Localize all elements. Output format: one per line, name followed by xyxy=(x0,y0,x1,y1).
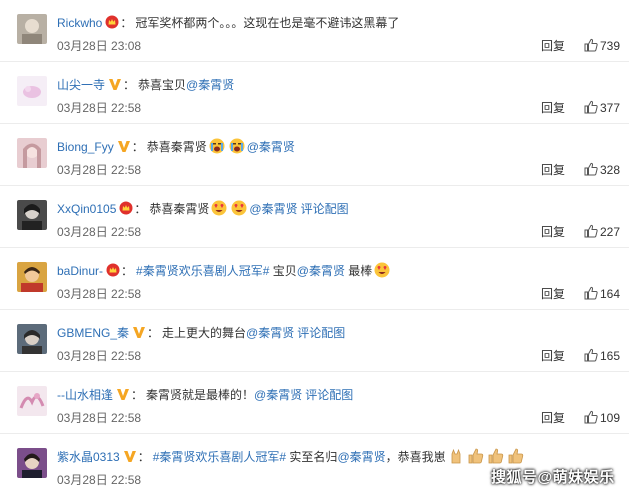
comment-image-link[interactable]: 评论配图 xyxy=(297,326,345,340)
comment-time: 03月28日 22:58 xyxy=(57,473,142,487)
mention-link[interactable]: @秦霄贤 xyxy=(254,388,302,402)
thumbs-up-icon xyxy=(584,348,598,362)
like-count: 165 xyxy=(600,349,621,363)
avatar[interactable] xyxy=(17,386,47,416)
avatar[interactable] xyxy=(17,200,47,230)
comment-text-suffix: 最棒 xyxy=(348,264,373,278)
username-link[interactable]: XxQin0105 xyxy=(57,202,116,216)
username-link[interactable]: 紫水晶0313 xyxy=(57,450,120,464)
reply-button[interactable]: 回复 xyxy=(541,348,565,364)
like-count: 739 xyxy=(600,39,621,53)
username-link[interactable]: Biong_Fyy xyxy=(57,140,114,154)
reply-button[interactable]: 回复 xyxy=(541,162,565,178)
mention-link[interactable]: @秦霄贤 xyxy=(249,202,297,216)
thumbs-up-emoji-icon xyxy=(488,448,504,464)
reply-button[interactable]: 回复 xyxy=(541,286,565,302)
mention-link[interactable]: @秦霄贤 xyxy=(337,450,385,464)
crying-face-emoji-icon xyxy=(209,138,225,154)
comment-text: 走上更大的舞台 xyxy=(162,326,247,340)
like-count: 164 xyxy=(600,287,621,301)
comment-row: XxQin0105：恭喜秦霄贤 @秦霄贤 评论配图 03月28日 22:58 回复 … xyxy=(0,186,629,248)
thumbs-up-emoji-icon xyxy=(468,448,484,464)
comment-row: GBMENG_秦：走上更大的舞台@秦霄贤 评论配图 03月28日 22:58 回复… xyxy=(0,310,629,372)
comment-text: 恭喜秦霄贤 xyxy=(146,140,207,154)
like-count: 227 xyxy=(600,225,621,239)
comment-time: 03月28日 22:58 xyxy=(57,287,142,301)
avatar[interactable] xyxy=(17,324,47,354)
thumbs-up-icon xyxy=(584,224,598,238)
comment-row: 山尖一寺：恭喜宝贝@秦霄贤 03月28日 22:58 回复 377 xyxy=(0,62,629,124)
avatar[interactable] xyxy=(17,448,47,478)
vip-crown-icon xyxy=(105,15,119,29)
reply-button[interactable]: 回复 xyxy=(541,100,565,116)
thumbs-up-icon xyxy=(584,162,598,176)
username-link[interactable]: GBMENG_秦 xyxy=(57,326,129,340)
topic-hashtag-link[interactable]: #秦霄贤欢乐喜剧人冠军# xyxy=(136,264,269,278)
thumbs-up-icon xyxy=(584,38,598,52)
rock-hand-emoji-icon xyxy=(448,448,464,464)
heart-eyes-emoji-icon xyxy=(231,200,247,216)
like-count: 109 xyxy=(600,411,621,425)
verified-v-icon xyxy=(108,77,122,91)
like-count: 328 xyxy=(600,163,621,177)
crying-face-emoji-icon xyxy=(229,138,245,154)
comment-text: 宝贝 xyxy=(272,264,297,278)
comment-row: Rickwho：冠军奖杯都两个。。。这现在也是毫不避讳这黑幕了 03月28日 2… xyxy=(0,0,629,62)
avatar[interactable] xyxy=(17,262,47,292)
mention-link[interactable]: @秦霄贤 xyxy=(297,264,345,278)
thumbs-up-icon xyxy=(584,286,598,300)
vip-crown-icon xyxy=(106,263,120,277)
heart-eyes-emoji-icon xyxy=(211,200,227,216)
like-button[interactable]: 739 xyxy=(584,37,620,55)
like-button[interactable]: 109 xyxy=(584,409,620,427)
heart-eyes-emoji-icon xyxy=(374,262,390,278)
mention-link[interactable]: @秦霄贤 xyxy=(186,78,234,92)
like-button[interactable]: 328 xyxy=(584,161,620,179)
watermark: 搜狐号@萌妹娱乐 xyxy=(491,469,615,486)
username-link[interactable]: Rickwho xyxy=(57,16,102,30)
like-count: 377 xyxy=(600,101,621,115)
comment-time: 03月28日 22:58 xyxy=(57,349,142,363)
mention-link[interactable]: @秦霄贤 xyxy=(247,140,295,154)
reply-button[interactable]: 回复 xyxy=(541,224,565,240)
like-button[interactable]: 165 xyxy=(584,347,620,365)
thumbs-up-emoji-icon xyxy=(508,448,524,464)
avatar[interactable] xyxy=(17,14,47,44)
comment-text: 冠军奖杯都两个。。。这现在也是毫不避讳这黑幕了 xyxy=(135,16,400,30)
avatar[interactable] xyxy=(17,138,47,168)
topic-hashtag-link[interactable]: #秦霄贤欢乐喜剧人冠军# xyxy=(153,450,286,464)
username-link[interactable]: baDinur- xyxy=(57,264,103,278)
verified-v-icon xyxy=(117,139,131,153)
comment-image-link[interactable]: 评论配图 xyxy=(301,202,349,216)
thumbs-up-icon xyxy=(584,410,598,424)
comment-time: 03月28日 23:08 xyxy=(57,39,142,53)
comment-time: 03月28日 22:58 xyxy=(57,163,142,177)
comment-text-suffix: ，恭喜我崽 xyxy=(385,450,446,464)
comment-text: 恭喜宝贝 xyxy=(138,78,187,92)
comment-text: 实至名归 xyxy=(289,450,338,464)
like-button[interactable]: 377 xyxy=(584,99,620,117)
comment-time: 03月28日 22:58 xyxy=(57,411,142,425)
comment-time: 03月28日 22:58 xyxy=(57,225,142,239)
username-link[interactable]: 山尖一寺 xyxy=(57,78,105,92)
vip-crown-icon xyxy=(119,201,133,215)
comment-text: 秦霄贤就是最棒的！ xyxy=(146,388,255,402)
thumbs-up-icon xyxy=(584,100,598,114)
verified-v-icon xyxy=(116,387,130,401)
comment-text: 恭喜秦霄贤 xyxy=(149,202,210,216)
mention-link[interactable]: @秦霄贤 xyxy=(246,326,294,340)
comment-row: --山水相逢：秦霄贤就是最棒的！@秦霄贤 评论配图 03月28日 22:58 回复… xyxy=(0,372,629,434)
verified-v-icon xyxy=(123,449,137,463)
comment-time: 03月28日 22:58 xyxy=(57,101,142,115)
reply-button[interactable]: 回复 xyxy=(541,38,565,54)
avatar[interactable] xyxy=(17,76,47,106)
comment-row: Biong_Fyy：恭喜秦霄贤 @秦霄贤 03月28日 22:58 回复 328 xyxy=(0,124,629,186)
comment-image-link[interactable]: 评论配图 xyxy=(305,388,353,402)
reply-button[interactable]: 回复 xyxy=(541,410,565,426)
username-link[interactable]: --山水相逢 xyxy=(57,388,113,402)
like-button[interactable]: 227 xyxy=(584,223,620,241)
comment-row: baDinur-： #秦霄贤欢乐喜剧人冠军# 宝贝@秦霄贤 最棒 03月28日 2… xyxy=(0,248,629,310)
verified-v-icon xyxy=(132,325,146,339)
like-button[interactable]: 164 xyxy=(584,285,620,303)
